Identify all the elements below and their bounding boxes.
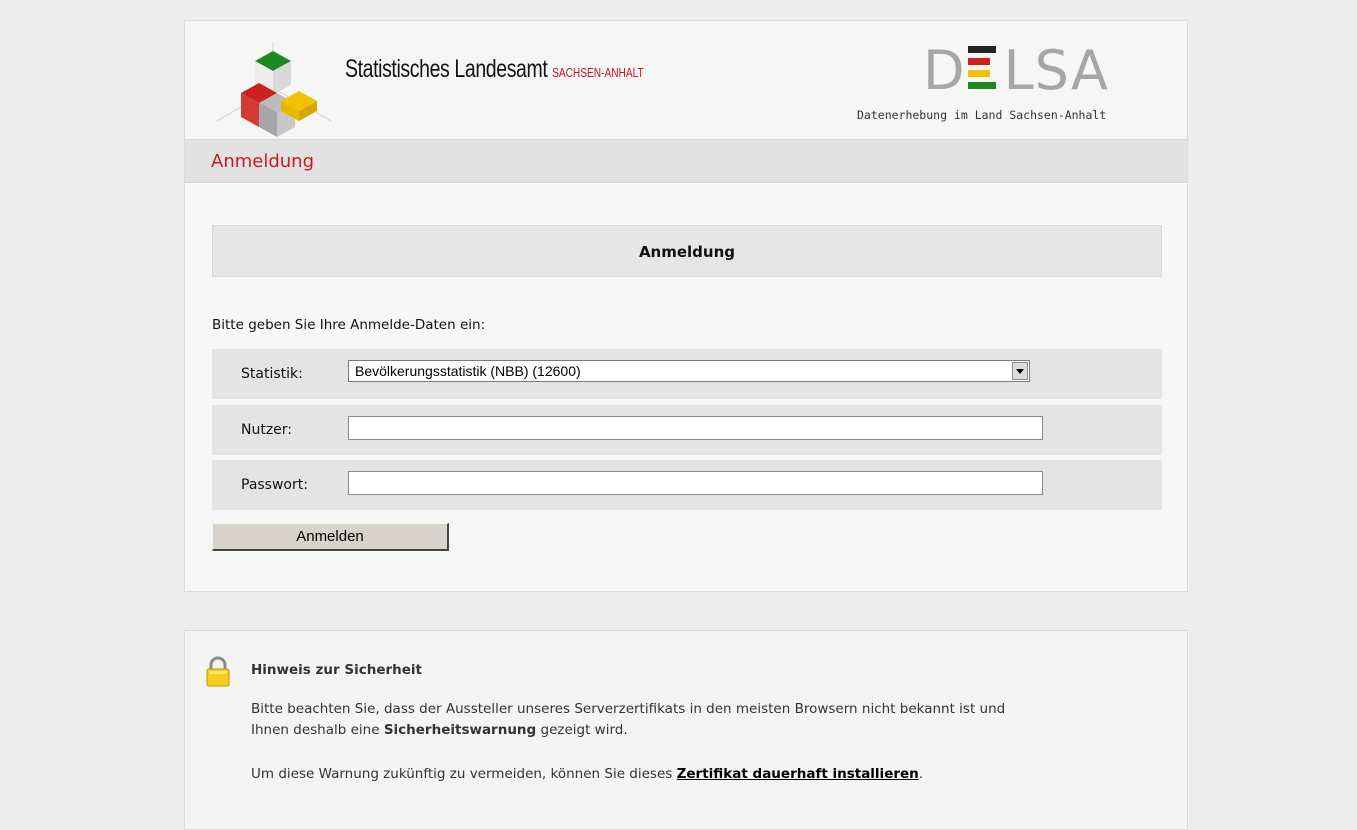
- login-panel: Statistisches Landesamt SACHSEN-ANHALT D …: [184, 20, 1188, 592]
- passwort-input[interactable]: [348, 471, 1043, 495]
- notice-line-3-end: .: [918, 766, 924, 782]
- notice-warning-term: Sicherheitswarnung: [383, 722, 537, 738]
- security-notice: Hinweis zur Sicherheit Bitte beachten Si…: [184, 630, 1188, 830]
- delsa-logo-e-bars: [967, 46, 1002, 90]
- install-certificate-link[interactable]: Zertifikat dauerhaft installieren: [677, 766, 919, 782]
- statistik-selected-value: Bevölkerungsstatistik (NBB) (12600): [355, 363, 581, 379]
- statistik-label: Statistik:: [241, 366, 303, 382]
- statistisches-landesamt-logo: [216, 43, 332, 137]
- delsa-logo-lsa: LSA: [1003, 39, 1109, 102]
- delsa-logo: D LSA: [923, 44, 1109, 98]
- section-bar: Anmeldung: [185, 139, 1187, 183]
- notice-paragraph-1: Bitte beachten Sie, dass der Aussteller …: [251, 699, 1151, 741]
- statistik-row: Statistik: Bevölkerungsstatistik (NBB) (…: [212, 349, 1162, 399]
- nutzer-label: Nutzer:: [241, 422, 293, 438]
- section-title: Anmeldung: [211, 151, 314, 172]
- app-tagline: Datenerhebung im Land Sachsen-Anhalt: [857, 108, 1107, 122]
- lock-icon: [206, 656, 230, 687]
- organization-region: SACHSEN-ANHALT: [552, 65, 644, 80]
- notice-line-1: Bitte beachten Sie, dass der Aussteller …: [251, 701, 1006, 717]
- form-intro: Bitte geben Sie Ihre Anmelde-Daten ein:: [212, 317, 486, 333]
- nutzer-input[interactable]: [348, 416, 1043, 440]
- organization-name: Statistisches Landesamt SACHSEN-ANHALT: [345, 55, 644, 84]
- passwort-label: Passwort:: [241, 477, 308, 493]
- form-heading: Anmeldung: [212, 225, 1162, 277]
- notice-paragraph-2: Um diese Warnung zukünftig zu vermeiden,…: [251, 764, 1151, 785]
- notice-line-3-start: Um diese Warnung zukünftig zu vermeiden,…: [251, 766, 677, 782]
- passwort-row: Passwort:: [212, 460, 1162, 510]
- anmelden-button[interactable]: Anmelden: [212, 523, 449, 551]
- dropdown-arrow-icon[interactable]: [1012, 362, 1028, 380]
- statistik-select[interactable]: Bevölkerungsstatistik (NBB) (12600): [348, 360, 1030, 382]
- organization-title: Statistisches Landesamt: [345, 55, 548, 83]
- notice-line-2-start: Ihnen deshalb eine: [251, 722, 384, 738]
- delsa-logo-d: D: [923, 39, 966, 102]
- page-header: Statistisches Landesamt SACHSEN-ANHALT D …: [185, 21, 1187, 139]
- nutzer-row: Nutzer:: [212, 405, 1162, 455]
- notice-line-2-end: gezeigt wird.: [536, 722, 628, 738]
- notice-title: Hinweis zur Sicherheit: [251, 662, 422, 678]
